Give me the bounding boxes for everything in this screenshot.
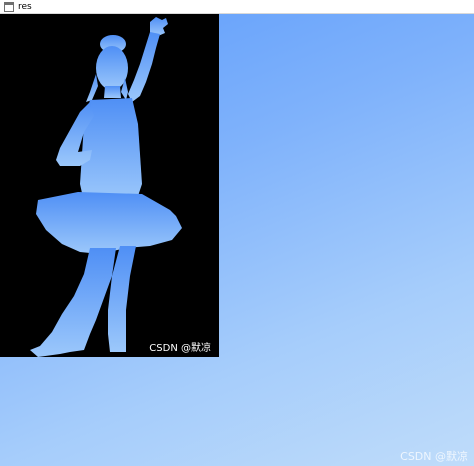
image-canvas: CSDN @默凉 CSDN @默凉 bbox=[0, 14, 474, 466]
image-watermark: CSDN @默凉 bbox=[149, 343, 211, 354]
image-panel: CSDN @默凉 bbox=[0, 14, 219, 357]
window-icon bbox=[4, 1, 14, 12]
window-title: res bbox=[18, 1, 32, 12]
title-bar[interactable]: res bbox=[0, 0, 474, 14]
dancer-silhouette bbox=[30, 17, 182, 357]
page-watermark: CSDN @默凉 bbox=[400, 450, 468, 463]
image-window: res CSDN @默凉 CSDN @默凉 bbox=[0, 0, 474, 466]
